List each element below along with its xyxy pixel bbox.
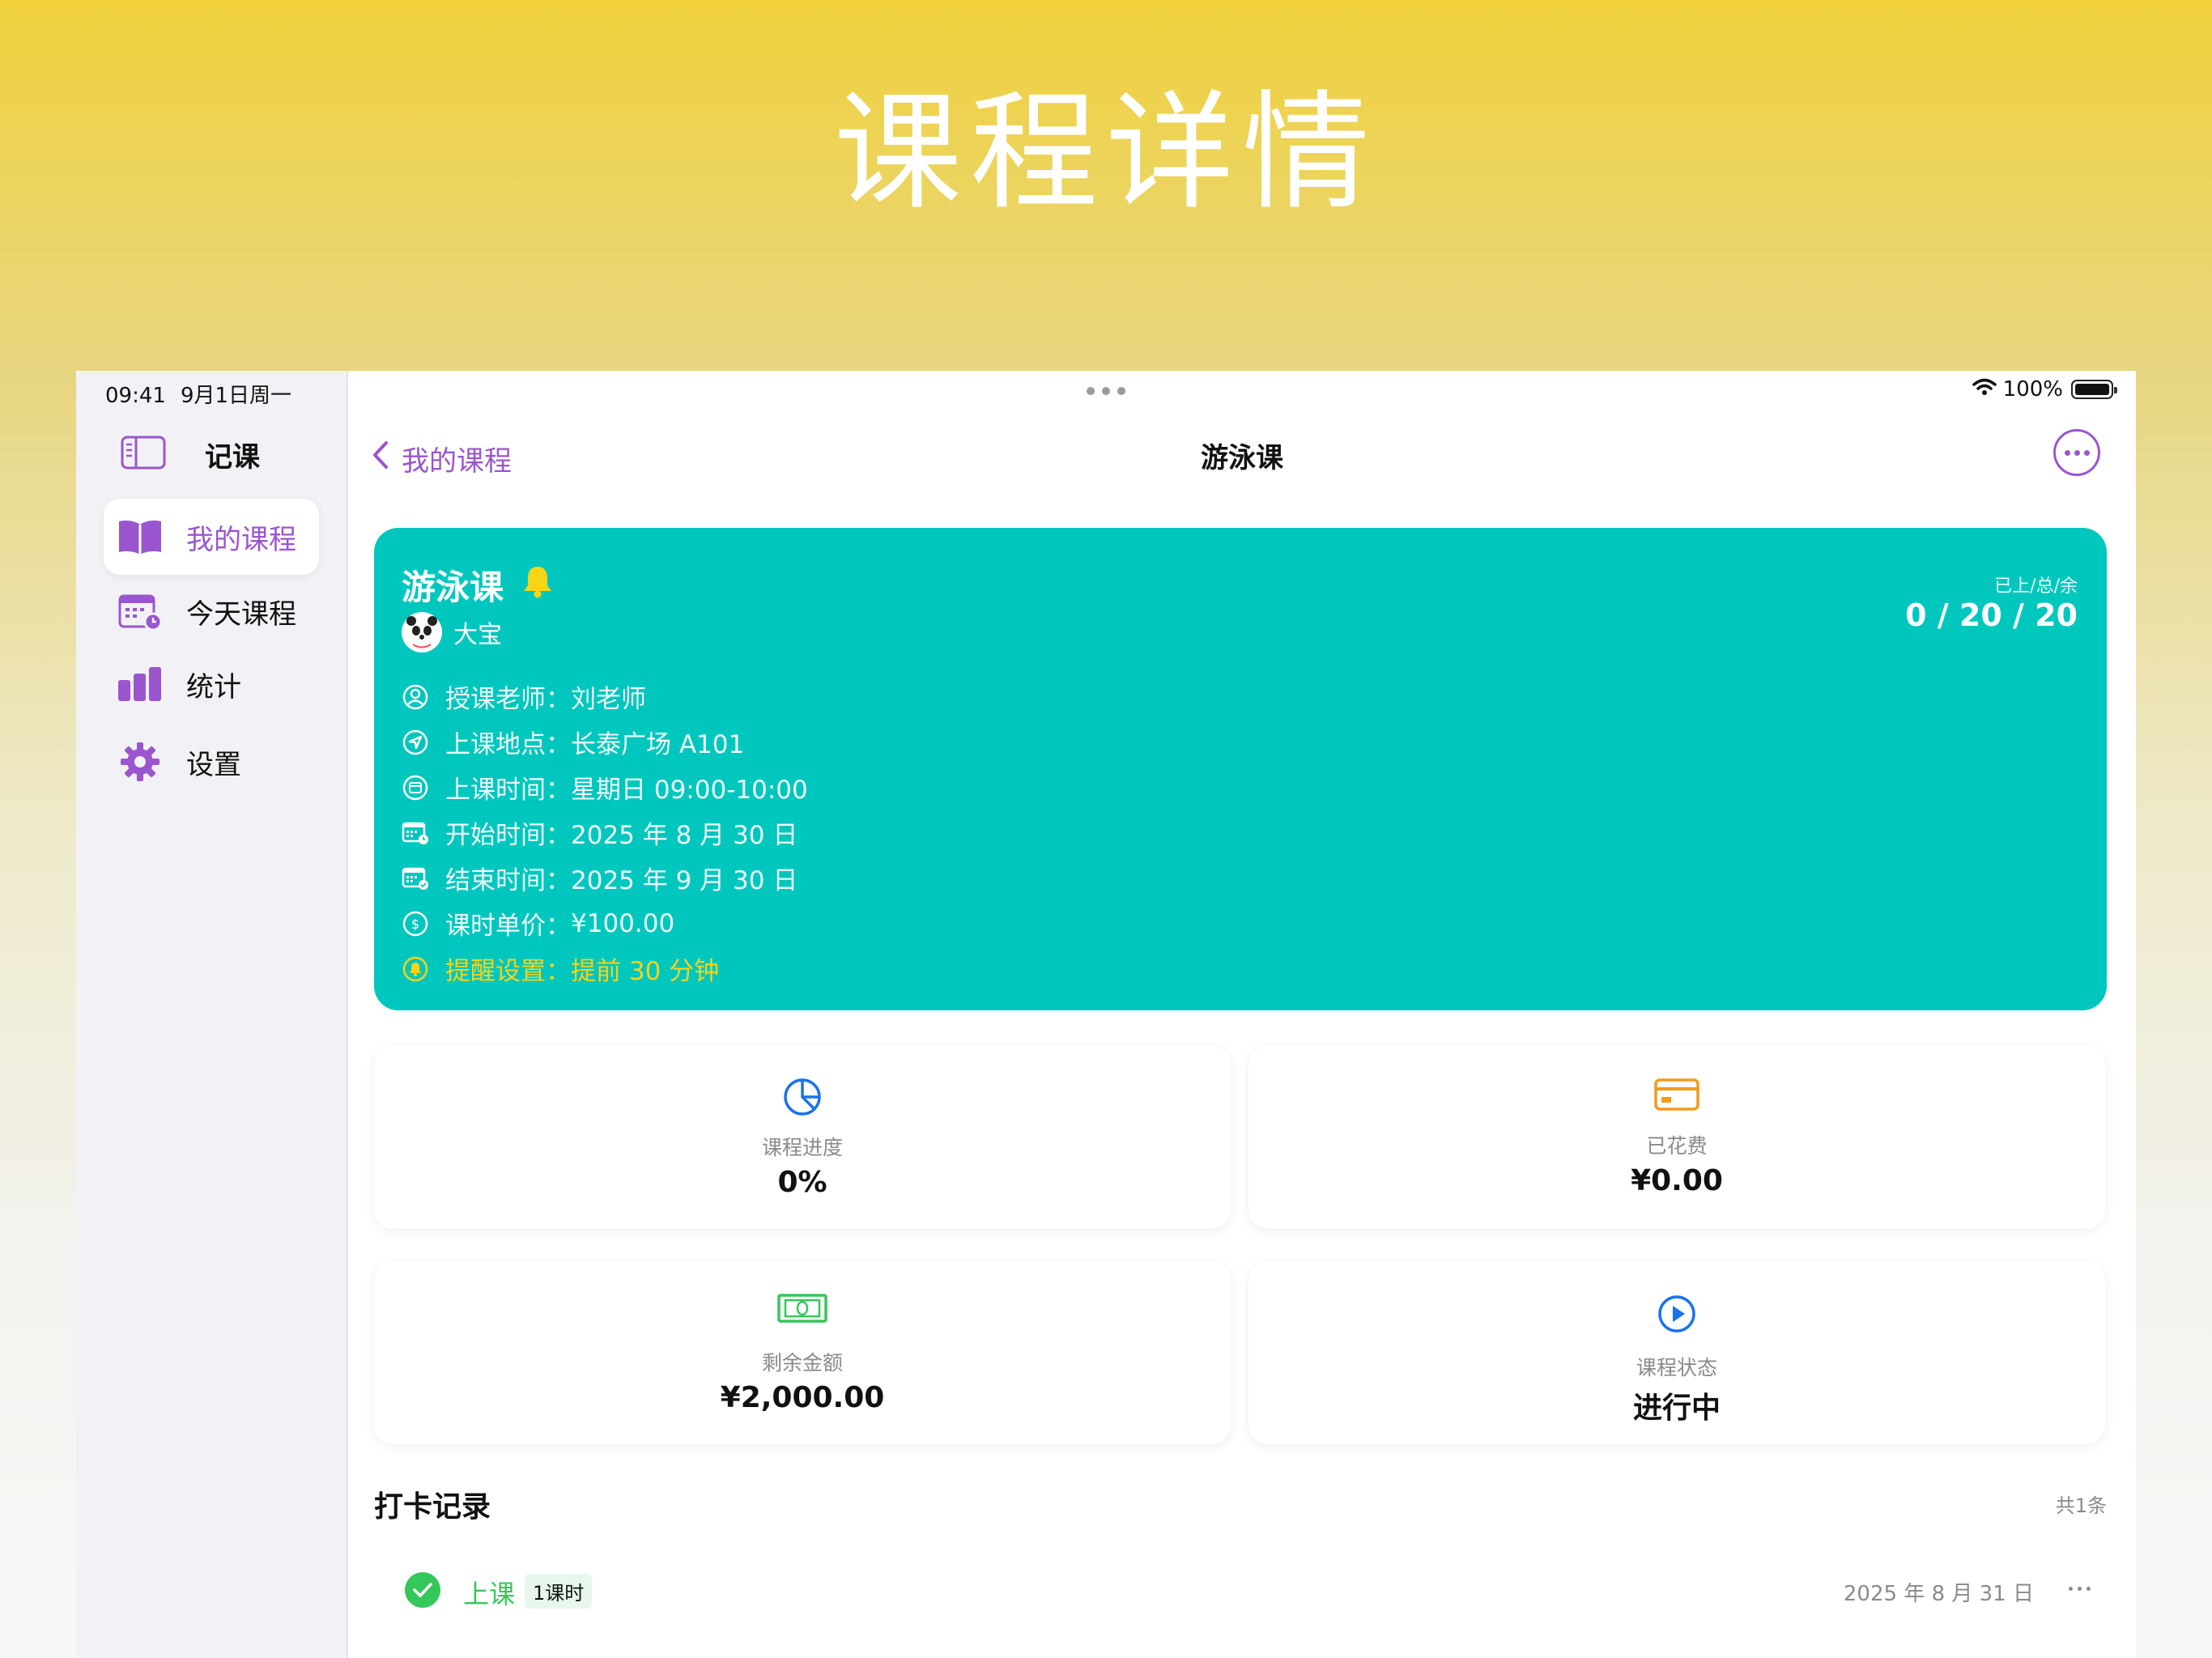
status-time-date: 09:41 9月1日周一 <box>105 379 291 409</box>
info-value: 星期日 09:00-10:00 <box>571 776 808 805</box>
dollar-circle-icon: $ <box>402 910 429 937</box>
battery-icon <box>2071 380 2117 399</box>
stat-value: ¥2,000.00 <box>720 1381 885 1414</box>
info-row-time: 上课时间： 星期日 09:00-10:00 <box>402 769 808 806</box>
gear-icon <box>117 742 164 782</box>
navigation-bar: 游泳课 我的课程 <box>348 434 2136 483</box>
calendar-end-icon <box>402 865 429 892</box>
stat-label: 课程进度 <box>761 1136 843 1159</box>
info-row-end: 结束时间： 2025 年 9 月 30 日 <box>402 860 798 896</box>
sidebar-item-settings[interactable]: 设置 <box>104 724 319 800</box>
calendar-start-icon <box>402 819 429 847</box>
more-options-button[interactable] <box>2053 429 2100 476</box>
stat-label: 剩余金额 <box>761 1351 843 1375</box>
stat-value: 进行中 <box>1632 1392 1721 1425</box>
play-circle-icon <box>1249 1294 2105 1334</box>
stat-label: 课程状态 <box>1636 1356 1717 1380</box>
stat-value: ¥0.00 <box>1631 1164 1723 1197</box>
sidebar-item-label: 统计 <box>186 670 241 704</box>
pie-chart-icon <box>374 1077 1231 1117</box>
status-date: 9月1日周一 <box>180 384 292 408</box>
list-item[interactable]: 上课 1课时 2025 年 8 月 31 日 <box>374 1558 2107 1622</box>
sidebar-item-label: 我的课程 <box>186 523 296 556</box>
location-icon <box>402 729 429 756</box>
multitasking-handle[interactable] <box>1087 387 1125 395</box>
sidebar: 09:41 9月1日周一 记课 我的课程 今天课程 统计 设置 <box>76 371 348 1658</box>
book-icon <box>117 517 164 557</box>
info-row-teacher: 授课老师： 刘老师 <box>402 678 646 715</box>
info-label: 授课老师： <box>445 685 571 714</box>
info-value: 长泰广场 A101 <box>571 730 745 759</box>
calendar-clock-icon <box>117 591 164 631</box>
info-label: 结束时间： <box>445 866 571 895</box>
record-date: 2025 年 8 月 31 日 <box>1843 1582 2034 1606</box>
sidebar-item-label: 今天课程 <box>186 597 296 631</box>
records-count: 共1条 <box>2055 1494 2107 1517</box>
record-tag: 1课时 <box>525 1574 593 1609</box>
stat-value: 0% <box>777 1166 827 1199</box>
info-row-reminder: 提醒设置： 提前 30 分钟 <box>402 950 719 987</box>
stat-card-spent: 已花费 ¥0.00 <box>1249 1046 2105 1229</box>
banknote-icon <box>374 1292 1231 1324</box>
info-value: 2025 年 9 月 30 日 <box>571 866 798 895</box>
checkmark-circle-icon <box>405 1572 440 1608</box>
wifi-icon <box>1972 377 1997 402</box>
record-more-button[interactable] <box>2069 1587 2091 1591</box>
chevron-left-icon <box>372 440 389 477</box>
course-card: 游泳课 大宝 已上/总/余 0 / 20 / 20 授课老师： 刘老师 上课地点：… <box>374 528 2107 1010</box>
count-value: 0 / 20 / 20 <box>1905 597 2078 633</box>
bell-circle-icon <box>402 955 429 983</box>
info-value: 2025 年 8 月 30 日 <box>571 821 798 850</box>
back-button[interactable]: 我的课程 <box>372 434 512 483</box>
svg-text:$: $ <box>411 916 419 932</box>
status-right: 100% <box>1972 377 2117 402</box>
status-time: 09:41 <box>105 384 166 408</box>
sidebar-item-today[interactable]: 今天课程 <box>104 573 319 649</box>
info-row-location: 上课地点： 长泰广场 A101 <box>402 724 744 760</box>
hero-title: 课程详情 <box>834 79 1378 227</box>
info-row-price: $ 课时单价： ¥100.00 <box>402 905 674 942</box>
info-label: 上课地点： <box>445 730 571 759</box>
stat-card-status: 课程状态 进行中 <box>1249 1261 2105 1444</box>
info-value: 刘老师 <box>571 685 646 714</box>
calendar-circle-icon <box>402 774 429 801</box>
record-type: 上课 <box>463 1579 516 1609</box>
info-value: ¥100.00 <box>571 908 675 938</box>
course-name: 游泳课 <box>402 568 504 607</box>
back-label: 我的课程 <box>402 444 512 478</box>
info-label: 上课时间： <box>445 776 571 805</box>
sidebar-item-stats[interactable]: 统计 <box>104 646 319 722</box>
ipad-screen: 09:41 9月1日周一 记课 我的课程 今天课程 统计 设置 100% 游泳课… <box>76 371 2136 1658</box>
info-label: 提醒设置： <box>445 957 571 986</box>
app-name: 记课 <box>205 440 260 474</box>
main-content: 100% 游泳课 我的课程 游泳课 大宝 已上/总/余 0 / 20 / 20 … <box>348 371 2136 1658</box>
person-circle-icon <box>402 683 429 711</box>
stat-card-remaining: 剩余金额 ¥2,000.00 <box>374 1261 1231 1444</box>
records-title: 打卡记录 <box>374 1490 491 1524</box>
info-label: 课时单价： <box>445 912 571 941</box>
stat-label: 已花费 <box>1646 1134 1708 1158</box>
sidebar-header: 记课 <box>121 434 260 474</box>
stat-card-progress: 课程进度 0% <box>374 1046 1231 1229</box>
info-label: 开始时间： <box>445 821 571 850</box>
student-name: 大宝 <box>453 621 502 649</box>
bell-icon <box>521 564 554 606</box>
sidebar-toggle-icon[interactable] <box>121 436 166 473</box>
info-row-start: 开始时间： 2025 年 8 月 30 日 <box>402 814 798 851</box>
course-title: 游泳课 <box>402 560 554 610</box>
info-value: 提前 30 分钟 <box>571 957 720 986</box>
credit-card-icon <box>1249 1077 2105 1112</box>
sidebar-item-label: 设置 <box>186 748 241 781</box>
count-label: 已上/总/余 <box>1994 576 2078 597</box>
sidebar-item-my-courses[interactable]: 我的课程 <box>104 499 319 575</box>
bar-chart-icon <box>117 664 164 704</box>
student: 大宝 <box>402 612 502 653</box>
battery-percent: 100% <box>2002 377 2063 402</box>
panda-avatar <box>402 612 442 653</box>
page-title: 游泳课 <box>1201 442 1283 474</box>
